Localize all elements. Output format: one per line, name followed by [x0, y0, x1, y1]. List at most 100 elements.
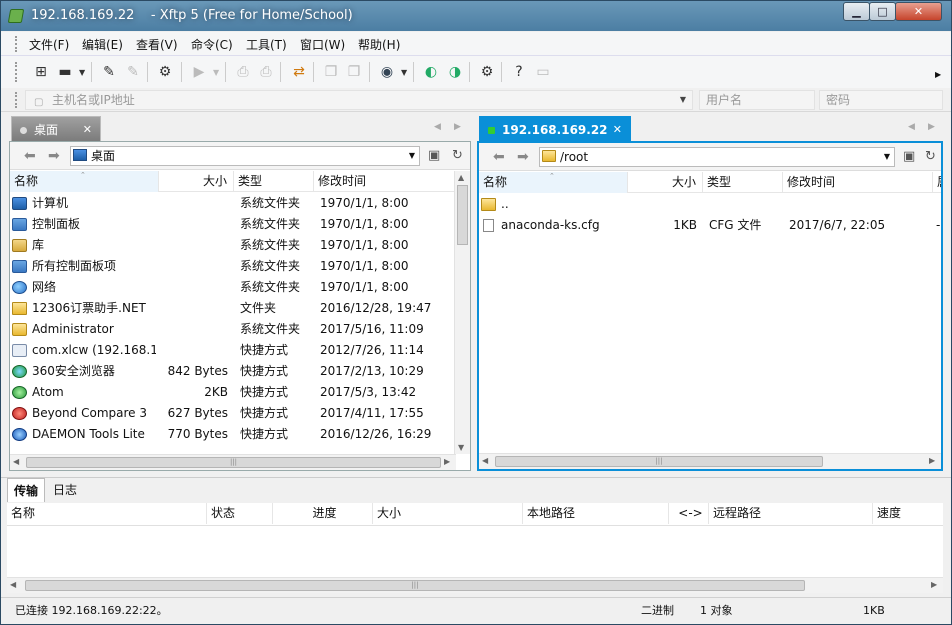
left-row[interactable]: 360安全浏览器 842 Bytes 快捷方式 2017/2/13, 10:29 [10, 361, 456, 382]
close-button[interactable]: ✕ [895, 2, 942, 21]
open-folder-icon[interactable]: ▬ [56, 63, 74, 81]
col-modified[interactable]: 修改时间 [783, 172, 933, 193]
col-type[interactable]: 类型 [234, 171, 314, 192]
play-dropdown-icon[interactable]: ▼ [213, 68, 219, 77]
host-input[interactable]: ▢ 主机名或IP地址 ▼ [25, 90, 693, 110]
xftp-icon[interactable]: ◑ [446, 63, 464, 81]
left-row[interactable]: Beyond Compare 3 627 Bytes 快捷方式 2017/4/11, … [10, 403, 456, 424]
copy-icon[interactable]: ❐ [322, 63, 340, 81]
download-icon[interactable]: ⎙ [234, 63, 252, 81]
remote-path-combo[interactable]: /root ▼ [539, 147, 895, 167]
host-dropdown-icon[interactable]: ▼ [680, 91, 686, 109]
col-name[interactable]: 名称 ⌃ [479, 172, 628, 193]
left-row[interactable]: 控制面板 系统文件夹 1970/1/1, 8:00 [10, 214, 456, 235]
col-type[interactable]: 类型 [703, 172, 783, 193]
tab-prev-icon[interactable]: ◀ [434, 122, 441, 132]
remote-hscroll[interactable]: ◀ ||| ▶ [479, 453, 941, 469]
refresh-icon[interactable]: ↻ [925, 149, 936, 164]
scroll-left-icon[interactable]: ◀ [10, 580, 16, 589]
col-remote-path[interactable]: 远程路径 [709, 503, 873, 524]
maximize-button[interactable]: □ [869, 2, 896, 21]
password-input[interactable]: 密码 [819, 90, 943, 110]
menu-grip[interactable] [15, 36, 18, 52]
title-bar[interactable]: 192.168.169.22 - Xftp 5 (Free for Home/S… [1, 1, 951, 31]
scroll-thumb[interactable]: ||| [25, 580, 805, 591]
left-row[interactable]: 网络 系统文件夹 1970/1/1, 8:00 [10, 277, 456, 298]
scroll-right-icon[interactable]: ▶ [929, 456, 935, 465]
left-row[interactable]: 计算机 系统文件夹 1970/1/1, 8:00 [10, 193, 456, 214]
tab-next-icon[interactable]: ▶ [454, 122, 461, 132]
back-arrow-icon[interactable]: ⬅ [493, 149, 505, 165]
connect-icon[interactable]: ✎ [100, 63, 118, 81]
col-local-path[interactable]: 本地路径 [523, 503, 669, 524]
menu-tools[interactable]: 工具(T) [246, 36, 287, 53]
local-hscroll[interactable]: ◀ ||| ▶ [10, 454, 456, 470]
menu-edit[interactable]: 编辑(E) [82, 36, 123, 53]
globe-icon[interactable]: ◉ [378, 63, 396, 81]
scroll-thumb[interactable]: ||| [495, 456, 823, 467]
refresh-icon[interactable]: ↻ [452, 148, 463, 163]
menu-command[interactable]: 命令(C) [191, 36, 233, 53]
col-size[interactable]: 大小 [373, 503, 523, 524]
menu-view[interactable]: 查看(V) [136, 36, 178, 53]
transfer-hscroll[interactable]: ◀ ||| ▶ [7, 577, 943, 593]
col-name[interactable]: 名称 [7, 503, 207, 524]
col-direction[interactable]: <-> [669, 503, 709, 524]
transfer-icon[interactable]: ⇄ [290, 63, 308, 81]
left-row[interactable]: com.xlcw (192.168.1... 快捷方式 2012/7/26, 11:… [10, 340, 456, 361]
menu-help[interactable]: 帮助(H) [358, 36, 400, 53]
scroll-down-icon[interactable]: ▼ [458, 443, 464, 452]
scroll-right-icon[interactable]: ▶ [444, 457, 450, 466]
menu-window[interactable]: 窗口(W) [300, 36, 345, 53]
properties-icon[interactable]: ⚙ [156, 63, 174, 81]
scroll-thumb[interactable] [457, 185, 468, 245]
disconnect-icon[interactable]: ✎ [124, 63, 142, 81]
col-name[interactable]: 名称 ⌃ [10, 171, 159, 192]
path-dropdown-icon[interactable]: ▼ [884, 148, 890, 166]
col-modified[interactable]: 修改时间 [314, 171, 456, 192]
left-row[interactable]: Administrator 系统文件夹 2017/5/16, 11:09 [10, 319, 456, 340]
left-row[interactable]: 库 系统文件夹 1970/1/1, 8:00 [10, 235, 456, 256]
col-size[interactable]: 大小 [159, 171, 234, 192]
toolbar-grip[interactable] [15, 62, 18, 82]
toolbar-overflow-icon[interactable]: ▶ [935, 70, 941, 79]
address-grip[interactable] [15, 92, 18, 108]
right-row[interactable]: .. [479, 194, 941, 215]
forward-arrow-icon[interactable]: ➡ [517, 149, 529, 165]
tab-desktop[interactable]: 桌面 ✕ [11, 116, 101, 142]
scroll-thumb[interactable]: ||| [26, 457, 441, 468]
path-dropdown-icon[interactable]: ▼ [409, 147, 415, 165]
minimize-button[interactable]: ▁ [843, 2, 870, 21]
tab-next-icon[interactable]: ▶ [928, 122, 935, 132]
local-path-combo[interactable]: 桌面 ▼ [70, 146, 420, 166]
paste-icon[interactable]: ❐ [345, 63, 363, 81]
forward-arrow-icon[interactable]: ➡ [48, 148, 60, 164]
help-icon[interactable]: ? [510, 63, 528, 81]
chat-icon[interactable]: ▭ [534, 63, 552, 81]
right-row[interactable]: anaconda-ks.cfg 1KB CFG 文件 2017/6/7, 22:05 - [479, 215, 941, 236]
open-folder-icon[interactable]: ▣ [903, 149, 915, 164]
col-status[interactable]: 状态 [207, 503, 273, 524]
settings-gear-icon[interactable]: ⚙ [478, 63, 496, 81]
tab-close-icon[interactable]: ✕ [83, 117, 92, 143]
open-folder-icon[interactable]: ▣ [428, 148, 440, 163]
scroll-right-icon[interactable]: ▶ [931, 580, 937, 589]
globe-dropdown-icon[interactable]: ▼ [401, 68, 407, 77]
back-arrow-icon[interactable]: ⬅ [24, 148, 36, 164]
menu-file[interactable]: 文件(F) [29, 36, 69, 53]
left-row[interactable]: Atom 2KB 快捷方式 2017/5/3, 13:42 [10, 382, 456, 403]
tab-prev-icon[interactable]: ◀ [908, 122, 915, 132]
tab-close-icon[interactable]: ✕ [613, 117, 622, 143]
col-size[interactable]: 大小 [628, 172, 703, 193]
tab-transfers[interactable]: 传输 [7, 478, 46, 502]
col-speed[interactable]: 速度 [873, 503, 943, 524]
xshell-icon[interactable]: ◐ [422, 63, 440, 81]
username-input[interactable]: 用户名 [699, 90, 815, 110]
col-progress[interactable]: 进度 [273, 503, 373, 524]
local-vscroll[interactable]: ▲ ▼ [454, 171, 470, 454]
col-attributes[interactable]: 属 [933, 172, 941, 193]
tab-log[interactable]: 日志 [47, 478, 83, 502]
new-session-icon[interactable]: ⊞ [32, 63, 50, 81]
left-row[interactable]: DAEMON Tools Lite 770 Bytes 快捷方式 2016/12/26… [10, 424, 456, 445]
tab-remote-host[interactable]: 192.168.169.22 ✕ [479, 116, 631, 142]
